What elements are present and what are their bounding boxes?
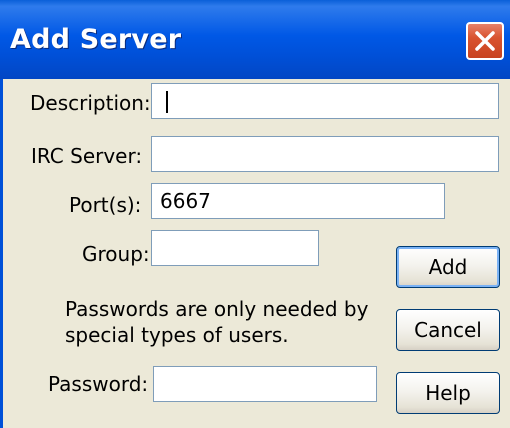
close-icon [475,31,495,51]
group-label: Group: [82,242,150,266]
password-note-line-1: Passwords are only needed by [65,297,369,321]
cancel-button[interactable]: Cancel [396,309,500,351]
description-label: Description: [30,91,151,115]
password-note-line-2: special types of users. [65,323,289,347]
group-field[interactable] [151,230,319,266]
help-button[interactable]: Help [396,372,500,414]
dialog-body: Description: IRC Server: Port(s): 6667 G… [0,79,510,428]
ports-value: 6667 [160,189,211,213]
password-label: Password: [48,372,149,396]
add-server-dialog: Add Server Description: IRC Server: Port… [0,0,510,428]
description-field[interactable] [151,83,499,119]
irc-server-label: IRC Server: [31,144,143,168]
dialog-title: Add Server [10,24,182,55]
text-caret [166,91,168,113]
ports-label: Port(s): [69,193,142,217]
irc-server-field[interactable] [151,136,499,172]
password-field[interactable] [153,366,377,402]
title-bar[interactable]: Add Server [0,0,510,79]
close-button[interactable] [466,22,504,60]
add-button[interactable]: Add [396,246,500,288]
ports-field[interactable]: 6667 [151,183,445,219]
